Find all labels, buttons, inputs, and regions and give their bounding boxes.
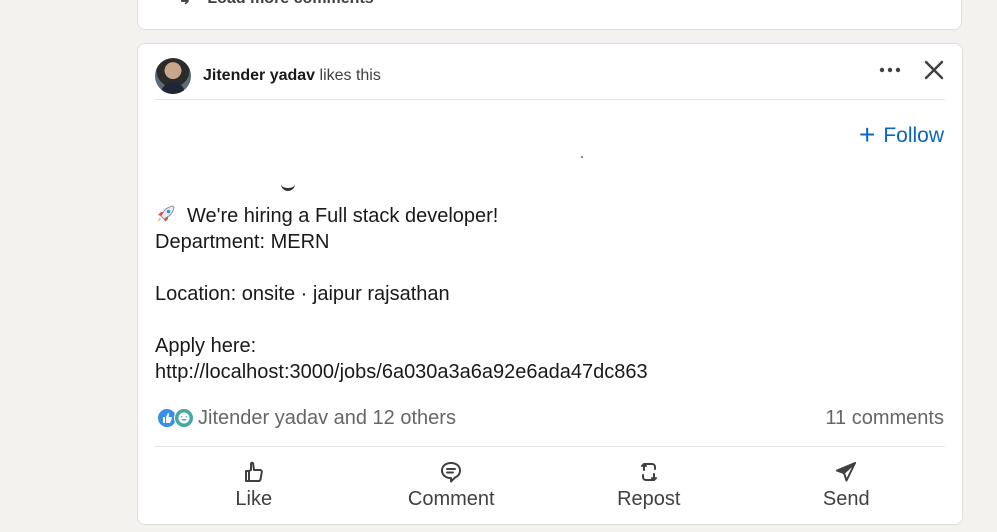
thumbs-up-icon [244,461,263,482]
repost-button[interactable]: Repost [574,452,724,518]
post-context-header: Jitender yadav likes this [155,53,945,100]
rocket-icon [158,205,175,222]
activity-text: likes this [315,67,381,84]
post-line-2: Department: MERN [155,231,330,253]
previous-post-card: ↳ Load more comments [137,0,962,30]
divider [155,446,945,447]
post-body-text: We're hiring a Full stack developer! Dep… [155,203,855,385]
decorative-arc [281,182,295,191]
close-icon[interactable] [923,59,945,81]
ellipsis-icon[interactable] [879,59,901,81]
avatar[interactable] [155,58,191,94]
comments-expand-icon: ↳ [178,0,191,9]
paper-plane-icon [836,461,857,481]
post-action-bar: Like Comment Repost Send [155,452,945,518]
load-more-comments-label: Load more comments [207,0,373,8]
reactions-summary[interactable]: Jitender yadav and 12 others [157,407,456,430]
follow-button[interactable]: + Follow [858,118,944,150]
reactions-text: Jitender yadav and 12 others [198,406,456,429]
post-line-1: We're hiring a Full stack developer! [187,205,499,227]
like-button[interactable]: Like [179,452,329,518]
send-button[interactable]: Send [771,452,921,518]
repost-arrows-icon [640,462,657,481]
actor-name-link[interactable]: Jitender yadav [203,67,315,84]
context-text: Jitender yadav likes this [203,67,381,85]
comment-button[interactable]: Comment [376,452,526,518]
post-line-3: Location: onsite · jaipur rajsathan [155,283,450,305]
funny-reaction-icon [174,408,194,428]
load-more-comments-button[interactable]: ↳ Load more comments [178,0,374,9]
plus-icon: + [858,118,876,150]
header-actions [879,59,945,81]
feed-post-card: Jitender yadav likes this + Follow We're… [137,43,963,525]
comments-count-link[interactable]: 11 comments [825,407,944,430]
decorative-dot [581,156,583,158]
social-counts-bar: Jitender yadav and 12 others 11 comments [157,406,944,430]
post-line-4: Apply here: [155,335,257,357]
post-line-hiring: We're hiring a Full stack developer! [155,203,855,229]
repost-label: Repost [617,487,681,510]
follow-label: Follow [883,124,944,147]
comment-label: Comment [407,487,495,510]
speech-bubble-icon [441,461,462,482]
post-link-url[interactable]: http://localhost:3000/jobs/6a030a3a6a92e… [155,359,855,385]
like-label: Like [235,487,273,510]
reaction-icons [157,408,194,428]
send-label: Send [822,487,870,510]
